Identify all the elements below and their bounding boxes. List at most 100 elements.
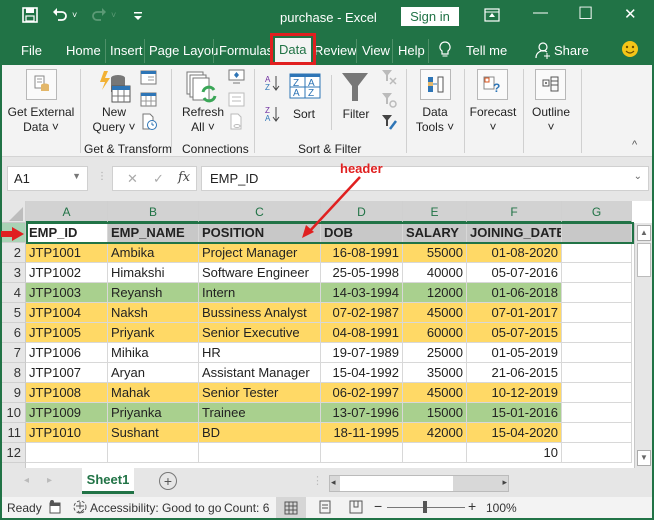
table-cell[interactable]: HR xyxy=(199,343,321,363)
table-cell[interactable]: Senior Executive xyxy=(199,323,321,343)
sheet-tab-sheet1[interactable]: Sheet1 xyxy=(82,468,134,494)
table-cell[interactable]: 15000 xyxy=(403,403,467,423)
table-cell[interactable]: 45000 xyxy=(403,303,467,323)
tab-help[interactable]: Help xyxy=(398,42,425,60)
minimize-icon[interactable]: — xyxy=(533,4,548,21)
table-cell[interactable] xyxy=(26,443,108,463)
table-cell[interactable] xyxy=(562,403,632,423)
worksheet-grid[interactable]: ABCDEFG EMP_ID EMP_NAME POSITION DOB SALARY J… xyxy=(2,201,652,469)
table-cell[interactable] xyxy=(562,323,632,343)
new-query-button[interactable]: New Query ˅ xyxy=(89,105,139,135)
table-cell[interactable]: Reyansh xyxy=(108,283,199,303)
customize-qat-icon[interactable] xyxy=(133,9,143,27)
row-header-7[interactable]: 7 xyxy=(2,343,26,363)
row-header-3[interactable]: 3 xyxy=(2,263,26,283)
next-sheet-icon[interactable]: ▸ xyxy=(47,475,52,486)
table-cell[interactable]: Mahak xyxy=(108,383,199,403)
table-cell[interactable] xyxy=(562,283,632,303)
header-cell-emp-id[interactable]: EMP_ID xyxy=(26,223,108,243)
table-cell[interactable]: JTP1008 xyxy=(26,383,108,403)
data-tools-button[interactable]: Data Tools ˅ xyxy=(410,105,460,135)
from-table-icon[interactable] xyxy=(140,92,157,110)
forecast-icon[interactable]: ? xyxy=(477,69,508,100)
table-cell[interactable]: 18-11-1995 xyxy=(321,423,403,443)
table-cell[interactable]: JTP1010 xyxy=(26,423,108,443)
table-cell[interactable]: Aryan xyxy=(108,363,199,383)
table-cell[interactable]: 07-02-1987 xyxy=(321,303,403,323)
name-box-dropdown-icon[interactable]: ▼ xyxy=(72,171,81,181)
table-cell[interactable]: Project Manager xyxy=(199,243,321,263)
data-tools-icon[interactable] xyxy=(420,69,451,100)
row-header-2[interactable]: 2 xyxy=(2,243,26,263)
column-header-g[interactable]: G xyxy=(562,201,632,223)
sort-z-to-a-icon[interactable]: ZA xyxy=(265,105,281,126)
table-cell[interactable] xyxy=(562,343,632,363)
table-cell[interactable]: Assistant Manager xyxy=(199,363,321,383)
new-query-icon[interactable] xyxy=(98,70,132,107)
scroll-right-icon[interactable]: ▸ xyxy=(502,477,507,488)
row-header-11[interactable]: 11 xyxy=(2,423,26,443)
smiley-feedback-icon[interactable] xyxy=(621,40,639,61)
table-cell[interactable]: 07-01-2017 xyxy=(467,303,562,323)
column-header-b[interactable]: B xyxy=(108,201,199,223)
table-cell[interactable]: 25000 xyxy=(403,343,467,363)
undo-icon[interactable] xyxy=(52,6,68,27)
outline-button[interactable]: Outline ˅ xyxy=(525,105,577,135)
row-header-8[interactable]: 8 xyxy=(2,363,26,383)
table-cell[interactable]: 14-03-1994 xyxy=(321,283,403,303)
zoom-in-button[interactable]: + xyxy=(468,498,476,514)
table-cell[interactable]: Priyank xyxy=(108,323,199,343)
row-header-12[interactable]: 12 xyxy=(2,443,26,463)
table-cell[interactable]: Mihika xyxy=(108,343,199,363)
formula-input[interactable]: EMP_ID ⌄ xyxy=(201,166,649,191)
get-external-data-button[interactable]: Get External Data ˅ xyxy=(6,105,76,135)
show-queries-icon[interactable] xyxy=(140,70,157,88)
advanced-filter-icon[interactable] xyxy=(381,114,397,133)
tab-split-grip-icon[interactable]: ⋮ xyxy=(312,474,323,487)
table-cell[interactable]: Sushant xyxy=(108,423,199,443)
tab-review[interactable]: Review xyxy=(314,42,357,60)
sort-button[interactable]: Sort xyxy=(287,107,321,122)
row-header-6[interactable]: 6 xyxy=(2,323,26,343)
horizontal-scrollbar[interactable]: ◂ ▸ xyxy=(329,475,509,492)
table-cell[interactable]: 40000 xyxy=(403,263,467,283)
cancel-icon[interactable]: ✕ xyxy=(127,171,138,187)
accessibility-status[interactable]: Accessibility: Good to go xyxy=(90,501,221,515)
tab-page-layout[interactable]: Page Layou xyxy=(149,42,218,60)
tab-insert[interactable]: Insert xyxy=(110,42,143,60)
table-cell[interactable]: Bussiness Analyst xyxy=(199,303,321,323)
sort-dialog-icon[interactable]: ZAAZ xyxy=(289,73,321,102)
zoom-out-button[interactable]: − xyxy=(374,498,382,514)
tab-home[interactable]: Home xyxy=(66,42,101,60)
zoom-slider-thumb[interactable] xyxy=(423,501,427,513)
header-cell-empty[interactable] xyxy=(562,223,632,243)
row-header-4[interactable]: 4 xyxy=(2,283,26,303)
page-layout-view-icon[interactable] xyxy=(318,500,332,517)
header-cell-emp-name[interactable]: EMP_NAME xyxy=(108,223,199,243)
enter-icon[interactable]: ✓ xyxy=(153,171,164,187)
table-cell[interactable]: 12000 xyxy=(403,283,467,303)
tab-file[interactable]: File xyxy=(21,42,42,60)
close-icon[interactable]: ✕ xyxy=(624,5,637,23)
table-cell[interactable]: JTP1006 xyxy=(26,343,108,363)
column-header-a[interactable]: A xyxy=(26,201,108,223)
table-cell[interactable]: 01-06-2018 xyxy=(467,283,562,303)
scroll-down-icon[interactable]: ▼ xyxy=(637,450,651,466)
table-cell[interactable] xyxy=(199,443,321,463)
table-cell[interactable]: JTP1005 xyxy=(26,323,108,343)
table-cell[interactable]: 25-05-1998 xyxy=(321,263,403,283)
add-sheet-button[interactable]: + xyxy=(159,472,177,490)
scroll-left-icon[interactable]: ◂ xyxy=(331,477,336,488)
connections-icon[interactable] xyxy=(228,69,245,87)
table-cell[interactable]: Priyanka xyxy=(108,403,199,423)
insert-function-icon[interactable]: fx xyxy=(178,170,190,185)
table-cell[interactable]: 10-12-2019 xyxy=(467,383,562,403)
refresh-all-button[interactable]: Refresh All ˅ xyxy=(178,105,228,135)
undo-dropdown-icon[interactable]: ˅ xyxy=(72,10,77,20)
row-header-5[interactable]: 5 xyxy=(2,303,26,323)
table-cell[interactable] xyxy=(562,243,632,263)
vertical-scrollbar[interactable]: ▲ ▼ xyxy=(634,223,652,468)
row-header-9[interactable]: 9 xyxy=(2,383,26,403)
ribbon-display-options-icon[interactable] xyxy=(484,8,500,26)
sign-in-button[interactable]: Sign in xyxy=(401,7,459,26)
